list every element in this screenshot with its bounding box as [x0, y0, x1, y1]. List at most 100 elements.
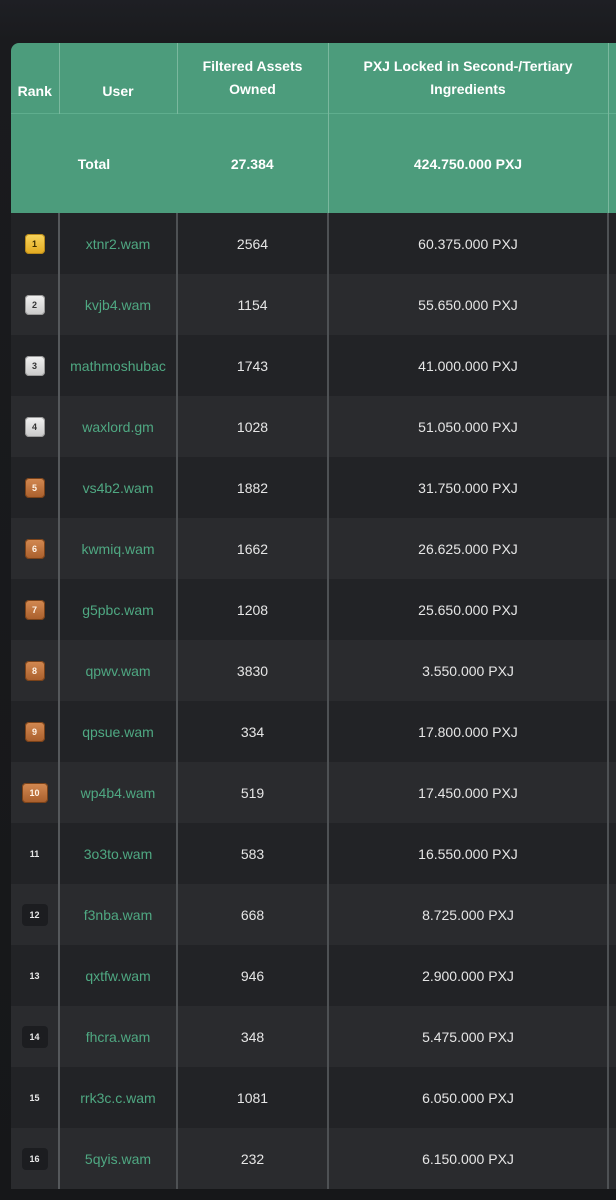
rank-number: 11	[29, 848, 40, 859]
table-row[interactable]: 11 3o3to.wam 583 16.550.000 PXJ	[11, 823, 616, 884]
assets-cell: 1743	[177, 335, 329, 396]
bronze-medal-badge: 10	[21, 782, 48, 803]
table-row[interactable]: 12 f3nba.wam 668 8.725.000 PXJ	[11, 884, 616, 945]
column-header-user[interactable]: User	[59, 43, 178, 114]
user-link[interactable]: qxtfw.wam	[59, 945, 178, 1006]
assets-cell: 1028	[177, 396, 329, 457]
table-row[interactable]: 1 xtnr2.wam 2564 60.375.000 PXJ	[11, 213, 616, 274]
column-header-filtered-assets[interactable]: Filtered Assets Owned	[177, 43, 329, 114]
assets-cell: 232	[177, 1128, 329, 1189]
assets-cell: 1208	[177, 579, 329, 640]
assets-cell: 348	[177, 1006, 329, 1067]
header-row: Rank User Filtered Assets Owned PXJ Lock…	[11, 43, 616, 114]
table-row[interactable]: 15 rrk3c.c.wam 1081 6.050.000 PXJ	[11, 1067, 616, 1128]
rank-cell: 16	[11, 1128, 60, 1189]
rank-cell: 8	[11, 640, 60, 701]
pxj-cell: 17.450.000 PXJ	[328, 762, 609, 823]
leaderboard-table: Rank User Filtered Assets Owned PXJ Lock…	[11, 43, 616, 1189]
user-link[interactable]: vs4b2.wam	[59, 457, 178, 518]
bronze-medal-badge: 6	[24, 538, 45, 559]
bronze-medal-badge: 5	[24, 477, 45, 498]
table-row[interactable]: 5 vs4b2.wam 1882 31.750.000 PXJ	[11, 457, 616, 518]
rank-cell: 2	[11, 274, 60, 335]
pxj-cell: 8.725.000 PXJ	[328, 884, 609, 945]
overflow-cell	[608, 1006, 616, 1067]
rank-cell: 13	[11, 945, 60, 1006]
rank-cell: 15	[11, 1067, 60, 1128]
pxj-cell: 3.550.000 PXJ	[328, 640, 609, 701]
assets-cell: 1882	[177, 457, 329, 518]
user-link[interactable]: qpwv.wam	[59, 640, 178, 701]
table-row[interactable]: 2 kvjb4.wam 1154 55.650.000 PXJ	[11, 274, 616, 335]
assets-cell: 2564	[177, 213, 329, 274]
rank-number: 16	[21, 1147, 48, 1170]
total-overflow-cell	[608, 113, 616, 213]
pxj-cell: 51.050.000 PXJ	[328, 396, 609, 457]
rank-cell: 7	[11, 579, 60, 640]
assets-cell: 946	[177, 945, 329, 1006]
user-link[interactable]: fhcra.wam	[59, 1006, 178, 1067]
bronze-medal-badge: 8	[24, 660, 45, 681]
rank-cell: 10	[11, 762, 60, 823]
overflow-cell	[608, 213, 616, 274]
user-link[interactable]: kwmiq.wam	[59, 518, 178, 579]
overflow-cell	[608, 396, 616, 457]
overflow-cell	[608, 640, 616, 701]
pxj-cell: 31.750.000 PXJ	[328, 457, 609, 518]
user-link[interactable]: 3o3to.wam	[59, 823, 178, 884]
overflow-cell	[608, 701, 616, 762]
pxj-cell: 41.000.000 PXJ	[328, 335, 609, 396]
rank-cell: 6	[11, 518, 60, 579]
assets-cell: 519	[177, 762, 329, 823]
rank-number: 12	[21, 903, 48, 926]
table-row[interactable]: 3 mathmoshubac 1743 41.000.000 PXJ	[11, 335, 616, 396]
user-link[interactable]: g5pbc.wam	[59, 579, 178, 640]
rank-cell: 3	[11, 335, 60, 396]
column-header-overflow	[608, 43, 616, 114]
overflow-cell	[608, 457, 616, 518]
table-row[interactable]: 9 qpsue.wam 334 17.800.000 PXJ	[11, 701, 616, 762]
pxj-cell: 60.375.000 PXJ	[328, 213, 609, 274]
pxj-cell: 16.550.000 PXJ	[328, 823, 609, 884]
table-row[interactable]: 14 fhcra.wam 348 5.475.000 PXJ	[11, 1006, 616, 1067]
assets-cell: 334	[177, 701, 329, 762]
overflow-cell	[608, 1128, 616, 1189]
rank-cell: 11	[11, 823, 60, 884]
overflow-cell	[608, 518, 616, 579]
user-link[interactable]: 5qyis.wam	[59, 1128, 178, 1189]
user-link[interactable]: wp4b4.wam	[59, 762, 178, 823]
table-row[interactable]: 10 wp4b4.wam 519 17.450.000 PXJ	[11, 762, 616, 823]
rank-cell: 5	[11, 457, 60, 518]
assets-cell: 1154	[177, 274, 329, 335]
user-link[interactable]: xtnr2.wam	[59, 213, 178, 274]
rank-cell: 4	[11, 396, 60, 457]
user-link[interactable]: kvjb4.wam	[59, 274, 178, 335]
table-row[interactable]: 13 qxtfw.wam 946 2.900.000 PXJ	[11, 945, 616, 1006]
overflow-cell	[608, 1067, 616, 1128]
rank-cell: 12	[11, 884, 60, 945]
pxj-cell: 2.900.000 PXJ	[328, 945, 609, 1006]
leaderboard-rows: 1 xtnr2.wam 2564 60.375.000 PXJ 2 kvjb4.wam 11…	[11, 213, 616, 1189]
bronze-medal-badge: 9	[24, 721, 45, 742]
user-link[interactable]: f3nba.wam	[59, 884, 178, 945]
user-link[interactable]: rrk3c.c.wam	[59, 1067, 178, 1128]
table-row[interactable]: 8 qpwv.wam 3830 3.550.000 PXJ	[11, 640, 616, 701]
table-row[interactable]: 6 kwmiq.wam 1662 26.625.000 PXJ	[11, 518, 616, 579]
user-link[interactable]: mathmoshubac	[59, 335, 178, 396]
assets-cell: 668	[177, 884, 329, 945]
pxj-cell: 25.650.000 PXJ	[328, 579, 609, 640]
pxj-cell: 6.050.000 PXJ	[328, 1067, 609, 1128]
table-row[interactable]: 7 g5pbc.wam 1208 25.650.000 PXJ	[11, 579, 616, 640]
column-header-rank[interactable]: Rank	[11, 43, 60, 114]
user-link[interactable]: qpsue.wam	[59, 701, 178, 762]
column-header-pxj-locked[interactable]: PXJ Locked in Second-/Tertiary Ingredien…	[328, 43, 609, 114]
rank-number: 15	[29, 1092, 40, 1103]
assets-cell: 1662	[177, 518, 329, 579]
user-link[interactable]: waxlord.gm	[59, 396, 178, 457]
pxj-cell: 26.625.000 PXJ	[328, 518, 609, 579]
rank-number: 14	[21, 1025, 48, 1048]
table-row[interactable]: 4 waxlord.gm 1028 51.050.000 PXJ	[11, 396, 616, 457]
overflow-cell	[608, 884, 616, 945]
overflow-cell	[608, 274, 616, 335]
table-row[interactable]: 16 5qyis.wam 232 6.150.000 PXJ	[11, 1128, 616, 1189]
